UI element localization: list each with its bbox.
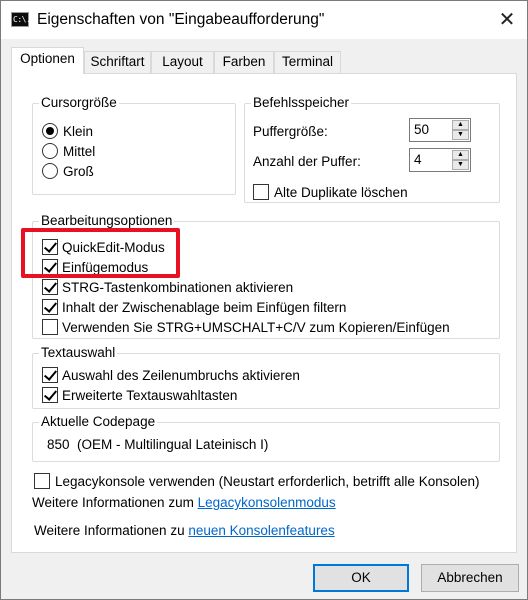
extended-selection-keys-label[interactable]: Erweiterte Textauswahltasten — [62, 388, 237, 404]
buffer-size-stepper[interactable]: 50 ▲ ▼ — [409, 118, 471, 142]
radio-medium[interactable] — [42, 143, 58, 159]
ctrl-shift-copy-label[interactable]: Verwenden Sie STRG+UMSCHALT+C/V zum Kopi… — [62, 320, 450, 336]
buffer-count-label: Anzahl der Puffer: — [253, 154, 361, 169]
codepage-group: Aktuelle Codepage 850 (OEM - Multilingua… — [32, 414, 500, 462]
line-wrap-selection-checkbox[interactable] — [42, 367, 58, 383]
quickedit-checkbox[interactable] — [42, 239, 58, 255]
cursor-size-group: Cursorgröße Klein Mittel Groß — [32, 95, 236, 195]
legacy-info-text: Weitere Informationen zum — [32, 495, 198, 510]
radio-small-label[interactable]: Klein — [63, 124, 93, 140]
buffer-count-value[interactable]: 4 — [414, 152, 422, 167]
codepage-label: Aktuelle Codepage — [39, 414, 158, 430]
discard-duplicates-label[interactable]: Alte Duplikate löschen — [274, 185, 408, 201]
radio-small[interactable] — [42, 123, 58, 139]
insert-mode-label[interactable]: Einfügemodus — [62, 260, 148, 276]
cursor-size-label: Cursorgröße — [39, 95, 119, 111]
buffer-size-value[interactable]: 50 — [414, 122, 429, 137]
tab-farben[interactable]: Farben — [214, 51, 274, 73]
line-wrap-selection-label[interactable]: Auswahl des Zeilenumbruchs aktivieren — [62, 368, 300, 384]
features-info: Weitere Informationen zu neuen Konsolenf… — [34, 523, 335, 539]
console-app-icon: C:\. — [11, 12, 31, 27]
tab-terminal[interactable]: Terminal — [274, 51, 341, 73]
options-panel: Cursorgröße Klein Mittel Groß Befehlsspe… — [11, 73, 517, 553]
discard-duplicates-checkbox[interactable] — [253, 184, 269, 200]
decrement-icon[interactable]: ▼ — [452, 130, 469, 140]
buffer-size-label: Puffergröße: — [253, 124, 328, 139]
increment-icon[interactable]: ▲ — [452, 120, 469, 130]
legacy-mode-link[interactable]: Legacykonsolenmodus — [198, 495, 336, 510]
command-history-label: Befehlsspeicher — [251, 95, 352, 111]
insert-mode-checkbox[interactable] — [42, 259, 58, 275]
radio-large[interactable] — [42, 163, 58, 179]
quickedit-label[interactable]: QuickEdit-Modus — [62, 240, 165, 256]
ctrl-keys-checkbox[interactable] — [42, 279, 58, 295]
legacy-console-checkbox[interactable] — [34, 473, 50, 489]
buffer-count-stepper[interactable]: 4 ▲ ▼ — [409, 148, 471, 172]
tab-layout[interactable]: Layout — [151, 51, 214, 73]
tab-optionen[interactable]: Optionen — [11, 47, 84, 74]
legacy-info: Weitere Informationen zum Legacykonsolen… — [32, 495, 336, 511]
edit-options-label: Bearbeitungsoptionen — [39, 213, 175, 229]
text-selection-group: Textauswahl Auswahl des Zeilenumbruchs a… — [32, 345, 500, 409]
ok-button[interactable]: OK — [313, 564, 409, 592]
radio-medium-label[interactable]: Mittel — [63, 144, 95, 160]
legacy-console-label[interactable]: Legacykonsole verwenden (Neustart erford… — [55, 474, 479, 490]
properties-dialog: C:\. Eigenschaften von "Eingabeaufforder… — [0, 0, 528, 600]
window-title: Eigenschaften von "Eingabeaufforderung" — [37, 11, 325, 28]
filter-clipboard-checkbox[interactable] — [42, 299, 58, 315]
filter-clipboard-label[interactable]: Inhalt der Zwischenablage beim Einfügen … — [62, 300, 346, 316]
command-history-group: Befehlsspeicher Puffergröße: 50 ▲ ▼ Anza… — [244, 95, 500, 203]
decrement-icon[interactable]: ▼ — [452, 160, 469, 170]
new-features-link[interactable]: neuen Konsolenfeatures — [188, 523, 334, 538]
increment-icon[interactable]: ▲ — [452, 150, 469, 160]
title-bar[interactable]: C:\. Eigenschaften von "Eingabeaufforder… — [1, 1, 527, 39]
features-info-text: Weitere Informationen zu — [34, 523, 189, 538]
close-icon[interactable]: ✕ — [489, 5, 525, 35]
text-selection-label: Textauswahl — [39, 345, 118, 361]
codepage-value: 850 (OEM - Multilingual Lateinisch I) — [47, 437, 269, 452]
ctrl-keys-label[interactable]: STRG-Tastenkombinationen aktivieren — [62, 280, 293, 296]
cancel-button[interactable]: Abbrechen — [421, 564, 519, 592]
tab-schriftart[interactable]: Schriftart — [84, 51, 151, 73]
extended-selection-keys-checkbox[interactable] — [42, 387, 58, 403]
edit-options-group: Bearbeitungsoptionen QuickEdit-Modus Ein… — [32, 213, 500, 339]
radio-large-label[interactable]: Groß — [63, 164, 94, 180]
ctrl-shift-copy-checkbox[interactable] — [42, 319, 58, 335]
